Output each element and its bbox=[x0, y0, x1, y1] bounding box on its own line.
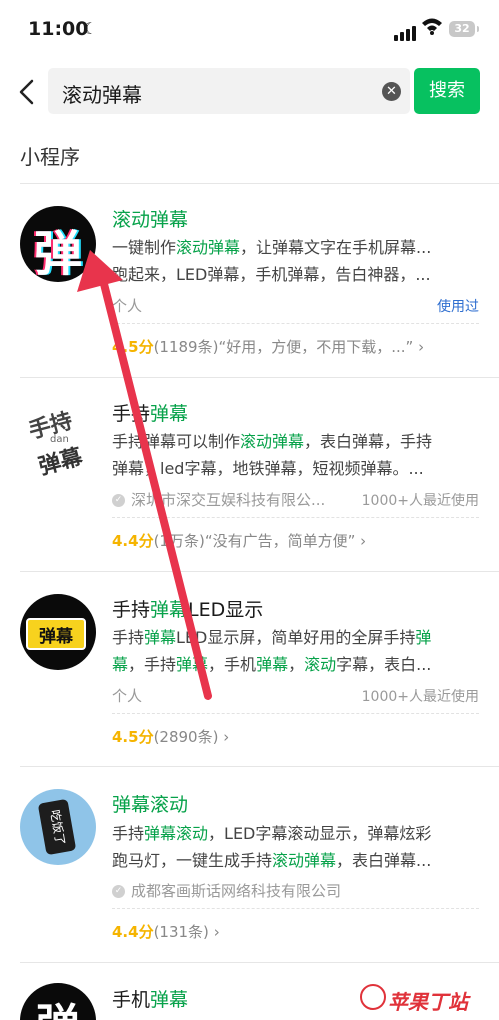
verified-icon: ✓ bbox=[112, 885, 125, 898]
result-title: 滚动弹幕 bbox=[112, 209, 189, 231]
used-tag: 使用过 bbox=[437, 299, 479, 315]
result-desc-line2: 跑起来，LED弹幕，手机弹幕，告白神器，... bbox=[112, 265, 431, 284]
rating-row[interactable]: 4.5分(1189条)“好用，方便，不用下载，...” › bbox=[112, 336, 424, 357]
app-icon-3: 弹幕 bbox=[20, 594, 96, 670]
watermark: 苹果丁站 bbox=[388, 990, 468, 1014]
chevron-right-icon: › bbox=[208, 923, 220, 941]
result-item[interactable]: 手持 dan 弹幕 手持弹幕 手持弹幕可以制作滚动弹幕，表白弹幕，手持 弹幕，l… bbox=[0, 378, 499, 571]
result-desc-line2: 幕，手持弹幕，手机弹幕，滚动字幕，表白... bbox=[112, 655, 432, 674]
status-time: 11:00 bbox=[28, 18, 89, 40]
search-button[interactable]: 搜索 bbox=[414, 68, 480, 114]
search-input[interactable]: 滚动弹幕 ✕ bbox=[48, 68, 410, 114]
app-icon-5: 弹 bbox=[20, 983, 96, 1020]
developer-label: 个人 bbox=[112, 687, 143, 705]
result-desc-line1: 一键制作滚动弹幕，让弹幕文字在手机屏幕... bbox=[112, 238, 432, 257]
back-arrow-icon[interactable] bbox=[16, 78, 40, 106]
watermark-logo-icon bbox=[360, 984, 386, 1010]
result-desc-line2: 跑马灯，一键生成手持滚动弹幕，表白弹幕... bbox=[112, 851, 432, 870]
result-item[interactable]: 吃饭了 弹幕滚动 手持弹幕滚动，LED字幕滚动显示，弹幕炫彩 跑马灯，一键生成手… bbox=[0, 767, 499, 961]
developer-label: ✓ 成都客画斯话网络科技有限公司 bbox=[112, 880, 341, 901]
chevron-right-icon: › bbox=[413, 338, 425, 356]
signal-icon bbox=[394, 22, 418, 41]
result-desc-line2: 弹幕，led字幕，地铁弹幕，短视频弹幕。... bbox=[112, 459, 424, 478]
app-icon-1: 弹 bbox=[20, 206, 96, 282]
rating-row[interactable]: 4.4分(1万条)“没有广告，简单方便” › bbox=[112, 530, 366, 551]
dashed-divider bbox=[112, 517, 479, 518]
users-count: 1000+人最近使用 bbox=[361, 493, 479, 509]
dashed-divider bbox=[112, 713, 479, 714]
chevron-right-icon: › bbox=[355, 532, 367, 550]
result-desc-line1: 手持弹幕LED显示屏，简单好用的全屏手持弹 bbox=[112, 628, 432, 647]
result-desc-line1: 手持弹幕可以制作滚动弹幕，表白弹幕，手持 bbox=[112, 432, 433, 451]
status-bar: 11:00 ☾ 32 bbox=[0, 0, 499, 60]
result-desc-line1: 手持弹幕滚动，LED字幕滚动显示，弹幕炫彩 bbox=[112, 824, 432, 843]
chevron-right-icon: › bbox=[218, 728, 230, 746]
dashed-divider bbox=[112, 908, 479, 909]
rating-row[interactable]: 4.4分(131条) › bbox=[112, 921, 220, 942]
app-icon-4: 吃饭了 bbox=[20, 789, 96, 865]
developer-label: ✓ 深圳市深交互娱科技有限公... bbox=[112, 489, 325, 510]
moon-icon: ☾ bbox=[83, 19, 98, 38]
section-title: 小程序 bbox=[20, 145, 80, 169]
search-query[interactable]: 滚动弹幕 bbox=[62, 79, 142, 108]
verified-icon: ✓ bbox=[112, 494, 125, 507]
result-title: 手机弹幕 bbox=[112, 989, 189, 1011]
battery-icon: 32 bbox=[449, 21, 479, 37]
result-title: 弹幕滚动 bbox=[112, 794, 189, 816]
wifi-icon bbox=[422, 18, 442, 35]
users-count: 1000+人最近使用 bbox=[361, 689, 479, 705]
result-item[interactable]: 弹幕 手持弹幕LED显示 手持弹幕LED显示屏，简单好用的全屏手持弹 幕，手持弹… bbox=[0, 572, 499, 766]
rating-row[interactable]: 4.5分(2890条) › bbox=[112, 726, 229, 747]
app-icon-2: 手持 dan 弹幕 bbox=[20, 400, 96, 476]
result-title: 手持弹幕LED显示 bbox=[112, 599, 264, 621]
result-item[interactable]: 弹 滚动弹幕 一键制作滚动弹幕，让弹幕文字在手机屏幕... 跑起来，LED弹幕，… bbox=[0, 184, 499, 377]
result-title: 手持弹幕 bbox=[112, 403, 189, 425]
developer-label: 个人 bbox=[112, 297, 143, 315]
dashed-divider bbox=[112, 323, 479, 324]
clear-icon[interactable]: ✕ bbox=[382, 82, 401, 101]
